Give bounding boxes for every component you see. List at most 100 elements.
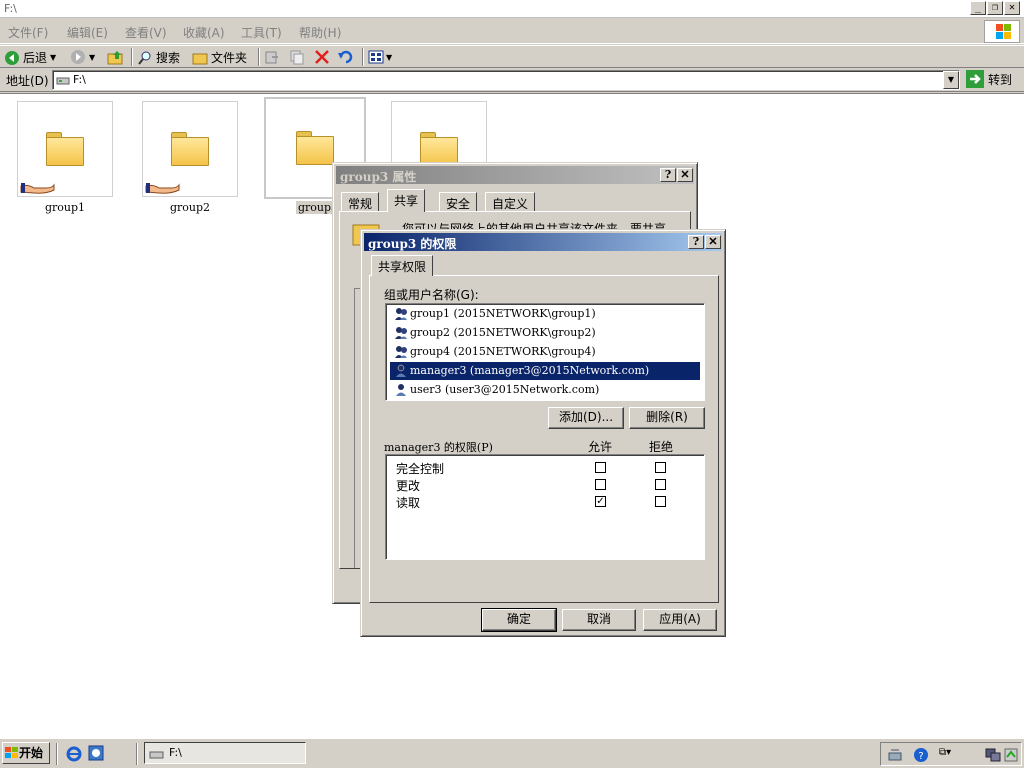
- permissions-dialog-title: group3 的权限: [368, 237, 457, 251]
- restore-button[interactable]: ❐: [987, 1, 1003, 15]
- views-button[interactable]: ▼: [368, 49, 392, 65]
- close-button[interactable]: ✕: [1004, 1, 1020, 15]
- minimize-button[interactable]: _: [970, 1, 986, 15]
- deny-change-checkbox[interactable]: [655, 479, 666, 490]
- permissions-dialog[interactable]: group3 的权限 ? ✕ 共享权限 组或用户名称(G): group1 (2…: [360, 229, 726, 637]
- undo-button[interactable]: [337, 49, 355, 68]
- go-label: 转到: [988, 72, 1013, 87]
- apply-button[interactable]: 应用(A): [643, 609, 717, 631]
- network-icon[interactable]: [887, 747, 903, 763]
- allow-full-control-checkbox[interactable]: [595, 462, 606, 473]
- permissions-listbox[interactable]: 完全控制 更改 读取 ✓: [385, 454, 705, 560]
- help-button[interactable]: ?: [660, 168, 676, 182]
- copy-to-icon: [290, 50, 304, 65]
- help-button[interactable]: ?: [688, 235, 704, 249]
- permission-name: 读取: [396, 496, 421, 510]
- forward-dropdown-icon[interactable]: ▼: [89, 53, 95, 62]
- properties-dialog-titlebar[interactable]: group3 属性 ? ✕: [336, 166, 694, 184]
- window-title: F:\: [4, 2, 17, 15]
- toolbar-separator: [362, 48, 364, 66]
- go-button[interactable]: 转到: [966, 70, 1012, 88]
- forward-button[interactable]: ▼: [70, 49, 95, 65]
- user-name: group4 (2015NETWORK\group4): [410, 345, 596, 358]
- close-button[interactable]: ✕: [705, 235, 721, 249]
- window-titlebar[interactable]: F:\ _ ❐ ✕: [0, 0, 1024, 18]
- tab-custom[interactable]: 自定义: [485, 192, 536, 212]
- group-icon: [395, 308, 407, 320]
- tab-sharing[interactable]: 共享: [387, 189, 426, 212]
- views-icon: [368, 50, 384, 64]
- back-dropdown-icon[interactable]: ▼: [50, 53, 56, 62]
- taskbar-window-label: F:\: [169, 746, 182, 759]
- delete-x-icon: [315, 50, 329, 64]
- address-dropdown-button[interactable]: ▼: [943, 71, 959, 89]
- forward-arrow-icon: [71, 50, 85, 64]
- search-button[interactable]: 搜索: [137, 49, 180, 66]
- list-item[interactable]: group4 (2015NETWORK\group4): [390, 343, 700, 361]
- menu-help[interactable]: 帮助(H): [299, 24, 341, 41]
- allow-read-checkbox[interactable]: ✓: [595, 496, 606, 507]
- up-folder-button[interactable]: [107, 49, 125, 68]
- user-icon: [396, 364, 406, 377]
- tab-security[interactable]: 安全: [439, 192, 478, 212]
- permissions-dialog-titlebar[interactable]: group3 的权限 ? ✕: [364, 233, 722, 251]
- taskbar-window-button[interactable]: F:\: [144, 742, 306, 764]
- address-value: F:\: [73, 73, 86, 86]
- start-label: 开始: [19, 746, 44, 760]
- go-arrow-icon: [966, 70, 984, 88]
- folder-icon: [171, 132, 209, 166]
- list-item[interactable]: group2 (2015NETWORK\group2): [390, 324, 700, 342]
- add-button[interactable]: 添加(D)...: [548, 407, 624, 429]
- cancel-button[interactable]: 取消: [562, 609, 636, 631]
- folder-item-group1[interactable]: [17, 101, 113, 197]
- start-button[interactable]: 开始: [2, 742, 50, 764]
- drive-icon: [149, 751, 164, 759]
- menu-tools[interactable]: 工具(T): [241, 24, 282, 41]
- user-name: group1 (2015NETWORK\group1): [410, 307, 596, 320]
- tab-general[interactable]: 常规: [341, 192, 380, 212]
- folders-button[interactable]: 文件夹: [192, 49, 247, 66]
- shared-hand-icon: [145, 183, 180, 194]
- menu-view[interactable]: 查看(V): [125, 24, 167, 41]
- users-listbox[interactable]: group1 (2015NETWORK\group1) group2 (2015…: [385, 303, 705, 401]
- list-item[interactable]: user3 (user3@2015Network.com): [390, 381, 700, 399]
- delete-button[interactable]: [314, 49, 330, 68]
- allow-change-checkbox[interactable]: [595, 479, 606, 490]
- menu-file[interactable]: 文件(F): [8, 24, 48, 41]
- copy-to-button[interactable]: [289, 49, 305, 68]
- list-item[interactable]: manager3 (manager3@2015Network.com): [390, 362, 700, 380]
- folder-label-group2: group2: [169, 201, 211, 214]
- remove-button[interactable]: 删除(R): [629, 407, 705, 429]
- ok-button[interactable]: 确定: [481, 608, 557, 632]
- views-dropdown-icon[interactable]: ▼: [386, 53, 392, 62]
- toolbar-separator: [258, 48, 260, 66]
- move-to-button[interactable]: [264, 49, 280, 68]
- deny-full-control-checkbox[interactable]: [655, 462, 666, 473]
- back-arrow-icon: [5, 50, 19, 65]
- permissions-label: manager3 的权限(P): [384, 441, 493, 454]
- restore-tray-icon[interactable]: ⧉▾: [939, 747, 951, 758]
- tab-share-permissions[interactable]: 共享权限: [371, 255, 434, 276]
- computers-icon[interactable]: [985, 747, 1001, 763]
- menu-favorites[interactable]: 收藏(A): [183, 24, 225, 41]
- move-to-icon: [265, 51, 278, 64]
- windows-logo-icon: [984, 20, 1020, 43]
- address-input[interactable]: F:\: [52, 70, 960, 90]
- folder-icon: [296, 131, 334, 165]
- tray-extra-icon[interactable]: [1003, 747, 1019, 763]
- close-button[interactable]: ✕: [677, 168, 693, 182]
- menu-edit[interactable]: 编辑(E): [67, 24, 108, 41]
- group-icon: [395, 346, 407, 358]
- list-item[interactable]: group1 (2015NETWORK\group1): [390, 305, 700, 323]
- shared-hand-icon: [20, 183, 55, 194]
- back-button[interactable]: 后退 ▼: [4, 49, 56, 66]
- permission-name: 完全控制: [396, 462, 445, 476]
- folder-item-group2[interactable]: [142, 101, 238, 197]
- system-tray: ? ⧉▾: [880, 742, 1022, 766]
- help-icon[interactable]: ?: [913, 747, 929, 763]
- properties-dialog-title: group3 属性: [340, 170, 417, 184]
- folder-icon: [420, 132, 458, 166]
- desktop-icon[interactable]: [88, 745, 104, 761]
- deny-read-checkbox[interactable]: [655, 496, 666, 507]
- ie-icon[interactable]: [66, 746, 82, 762]
